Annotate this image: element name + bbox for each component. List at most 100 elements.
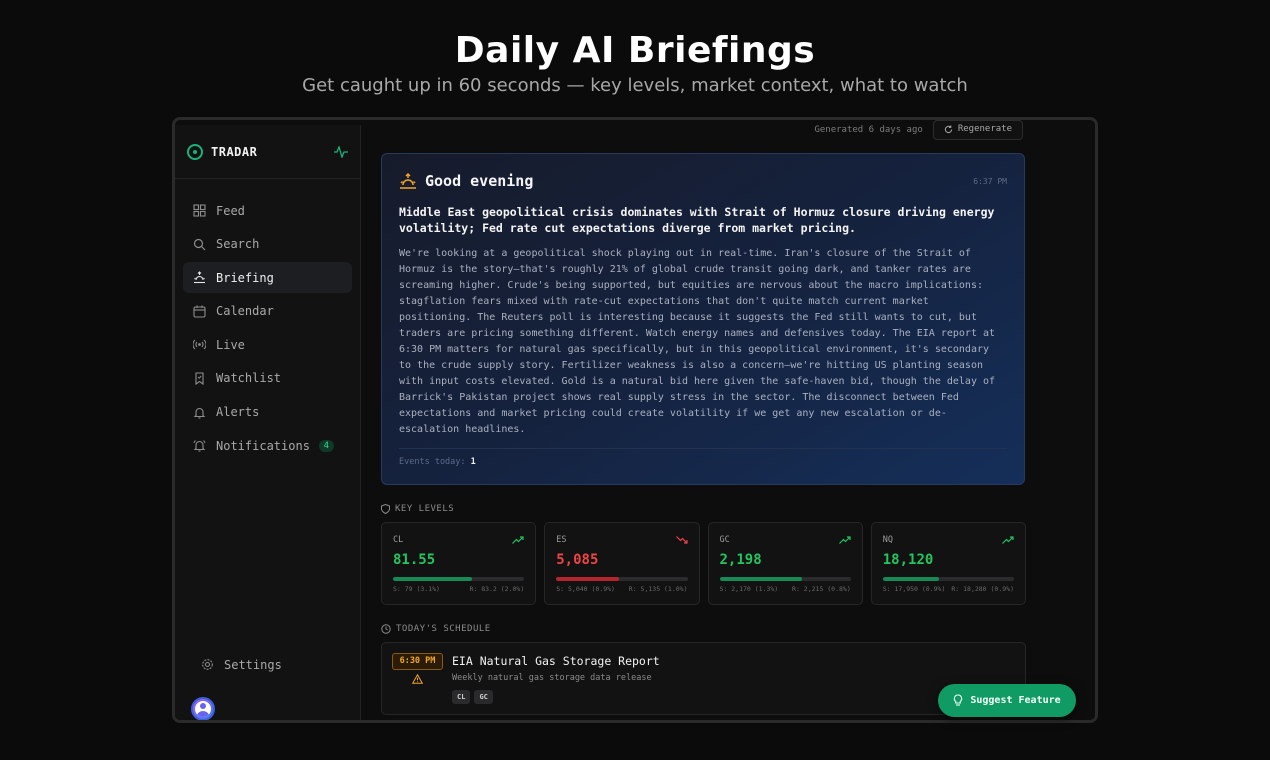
brand-name: TRADAR xyxy=(211,144,258,159)
sidebar-item-label: Briefing xyxy=(216,270,274,285)
greeting: Good evening xyxy=(425,172,534,190)
sidebar-item-briefing[interactable]: Briefing xyxy=(183,262,352,294)
trend-up-icon xyxy=(838,536,851,544)
sidebar-item-calendar[interactable]: Calendar xyxy=(183,296,352,327)
schedule-event[interactable]: 6:30 PM EIA Natural Gas Storage Report W… xyxy=(381,642,1026,715)
level-range-fill xyxy=(556,577,620,581)
level-card-es[interactable]: ES 5,085 S: 5,040 (0.9%) R: 5,135 (1.0%) xyxy=(544,522,700,605)
page-subtitle: Get caught up in 60 seconds — key levels… xyxy=(302,75,968,96)
grid-icon xyxy=(193,204,206,217)
divider xyxy=(399,448,1007,449)
radar-logo-icon xyxy=(187,143,203,160)
sidebar-item-alerts[interactable]: Alerts xyxy=(183,397,352,428)
bell-icon xyxy=(193,406,206,419)
avatar[interactable] xyxy=(191,697,215,720)
sidebar-item-label: Settings xyxy=(224,657,282,672)
key-levels-heading: KEY LEVELS xyxy=(381,504,454,514)
suggest-feature-button[interactable]: Suggest Feature xyxy=(938,684,1076,717)
key-levels: CL 81.55 S: 79 (3.1%) R: 83.2 (2.0%) ES 5… xyxy=(381,522,1026,605)
trend-up-icon xyxy=(1002,536,1014,544)
event-time-badge: 6:30 PM xyxy=(392,653,443,670)
shield-icon xyxy=(381,504,390,514)
sidebar-item-label: Notifications xyxy=(216,438,310,453)
level-resistance: R: 2,215 (0.8%) xyxy=(792,585,851,593)
briefing-meta: Generated 6 days ago Regenerate xyxy=(814,120,1023,140)
level-range-fill xyxy=(882,577,940,581)
schedule-heading: TODAY'S SCHEDULE xyxy=(381,624,491,634)
level-price: 18,120 xyxy=(882,552,934,568)
briefing-time: 6:37 PM xyxy=(973,176,1007,186)
sidebar-item-label: Feed xyxy=(216,203,245,218)
sidebar-item-settings[interactable]: Settings xyxy=(191,649,361,680)
sidebar-item-watchlist[interactable]: Watchlist xyxy=(183,363,352,394)
sidebar-item-search[interactable]: Search xyxy=(183,229,352,260)
calendar-icon xyxy=(193,305,206,318)
events-label: Events today: xyxy=(399,457,466,467)
user-icon xyxy=(195,701,211,717)
generated-timestamp: Generated 6 days ago xyxy=(814,125,923,135)
sunrise-icon xyxy=(193,271,206,284)
sidebar-item-live[interactable]: Live xyxy=(183,329,352,360)
level-price: 5,085 xyxy=(556,552,599,568)
sidebar-nav: Feed Search Briefing Calendar Live Watch… xyxy=(175,179,360,461)
sidebar-item-label: Calendar xyxy=(216,304,274,319)
sunrise-icon xyxy=(400,172,416,189)
brand[interactable]: TRADAR xyxy=(175,125,360,179)
level-price: 2,198 xyxy=(719,552,762,568)
level-resistance: R: 5,135 (1.0%) xyxy=(628,585,688,593)
sidebar-item-label: Alerts xyxy=(216,405,260,420)
event-title: EIA Natural Gas Storage Report xyxy=(452,654,660,668)
activity-icon xyxy=(334,145,348,158)
trend-up-icon xyxy=(512,536,524,544)
gear-icon xyxy=(201,658,214,671)
search-icon xyxy=(193,238,206,251)
level-support: S: 5,040 (0.9%) xyxy=(556,585,615,593)
bell-ring-icon xyxy=(193,439,206,452)
event-tag[interactable]: CL xyxy=(452,690,471,704)
event-tag[interactable]: GC xyxy=(474,690,493,704)
level-symbol: CL xyxy=(393,535,404,545)
regenerate-button[interactable]: Regenerate xyxy=(932,120,1023,140)
sidebar-item-label: Live xyxy=(216,337,245,352)
level-resistance: R: 18,280 (0.9%) xyxy=(951,585,1014,593)
level-support: S: 2,170 (1.3%) xyxy=(719,585,779,593)
regenerate-label: Regenerate xyxy=(957,124,1012,134)
sidebar-item-feed[interactable]: Feed xyxy=(183,195,352,226)
briefing-body: We're looking at a geopolitical shock pl… xyxy=(399,248,996,435)
broadcast-icon xyxy=(193,338,206,351)
suggest-feature-label: Suggest Feature xyxy=(970,695,1061,706)
level-card-gc[interactable]: GC 2,198 S: 2,170 (1.3%) R: 2,215 (0.8%) xyxy=(707,522,863,605)
app-window: TRADAR Feed Search Briefing Calendar Liv… xyxy=(172,117,1098,723)
level-support: S: 17,950 (0.9%) xyxy=(882,585,946,593)
level-range-fill xyxy=(393,577,472,581)
level-support: S: 79 (3.1%) xyxy=(393,585,440,593)
level-symbol: ES xyxy=(556,535,567,545)
sidebar-item-notifications[interactable]: Notifications 4 xyxy=(183,430,352,461)
sidebar-item-label: Search xyxy=(216,237,260,252)
level-card-cl[interactable]: CL 81.55 S: 79 (3.1%) R: 83.2 (2.0%) xyxy=(381,522,537,605)
level-range-bar xyxy=(882,577,1014,581)
level-range-bar xyxy=(556,577,688,581)
events-count: 1 xyxy=(470,457,476,467)
level-range-bar xyxy=(719,577,851,581)
level-price: 81.55 xyxy=(393,552,436,568)
refresh-icon xyxy=(944,124,952,133)
notification-count-badge: 4 xyxy=(318,439,334,452)
page-title: Daily AI Briefings xyxy=(454,30,816,71)
briefing-headline: Middle East geopolitical crisis dominate… xyxy=(399,205,995,235)
lightbulb-icon xyxy=(954,694,963,706)
trend-down-icon xyxy=(675,536,688,544)
main-content: Generated 6 days ago Regenerate Good eve… xyxy=(361,120,1095,720)
sidebar: TRADAR Feed Search Briefing Calendar Liv… xyxy=(175,125,361,720)
sidebar-item-label: Watchlist xyxy=(216,371,282,386)
level-range-fill xyxy=(719,577,803,581)
event-tags: CL GC xyxy=(452,690,493,704)
level-range-bar xyxy=(393,577,525,581)
level-symbol: GC xyxy=(719,535,730,545)
level-resistance: R: 83.2 (2.0%) xyxy=(469,585,525,593)
level-symbol: NQ xyxy=(882,535,893,545)
clock-icon xyxy=(381,624,391,634)
events-today: Events today: 1 xyxy=(399,457,1007,467)
level-card-nq[interactable]: NQ 18,120 S: 17,950 (0.9%) R: 18,280 (0.9… xyxy=(870,522,1026,605)
briefing-card: Good evening 6:37 PM Middle East geopoli… xyxy=(381,153,1025,485)
